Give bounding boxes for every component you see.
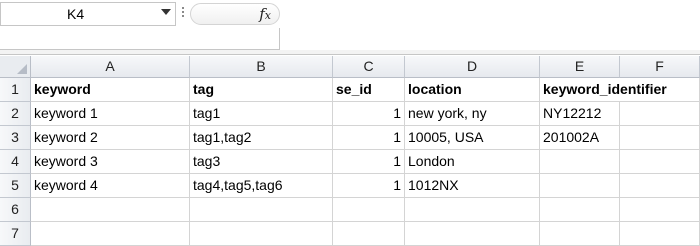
cell-d2[interactable]: new york, ny: [405, 102, 540, 126]
cell-e7[interactable]: [540, 222, 620, 246]
column-header-d[interactable]: D: [405, 56, 540, 78]
cell-f5[interactable]: [620, 174, 700, 198]
row-header-3[interactable]: 3: [0, 126, 31, 150]
cell-f7[interactable]: [620, 222, 700, 246]
column-header-b[interactable]: B: [190, 56, 333, 78]
cell-e6[interactable]: [540, 198, 620, 222]
cell-a6[interactable]: [31, 198, 190, 222]
cell-f3[interactable]: [620, 126, 700, 150]
cell-b4[interactable]: tag3: [190, 150, 333, 174]
column-header-c[interactable]: C: [333, 56, 405, 78]
cell-a4[interactable]: keyword 3: [31, 150, 190, 174]
column-header-f[interactable]: F: [620, 56, 700, 78]
insert-function-button[interactable]: fx: [190, 3, 280, 25]
function-icon: fx: [259, 5, 271, 23]
cell-d3[interactable]: 10005, USA: [405, 126, 540, 150]
cell-f4[interactable]: [620, 150, 700, 174]
cell-d5[interactable]: 1012NX: [405, 174, 540, 198]
cell-c1[interactable]: se_id: [333, 78, 405, 102]
row-header-6[interactable]: 6: [0, 198, 31, 222]
cell-b1[interactable]: tag: [190, 78, 333, 102]
cell-d7[interactable]: [405, 222, 540, 246]
row-header-5[interactable]: 5: [0, 174, 31, 198]
cell-f6[interactable]: [620, 198, 700, 222]
cell-c2[interactable]: 1: [333, 102, 405, 126]
formula-bar: K4 fx: [0, 0, 700, 28]
cell-c4[interactable]: 1: [333, 150, 405, 174]
cell-b2[interactable]: tag1: [190, 102, 333, 126]
cell-d1[interactable]: location: [405, 78, 540, 102]
cell-f1[interactable]: [620, 78, 700, 102]
cell-e2[interactable]: NY12212: [540, 102, 620, 126]
cell-b5[interactable]: tag4,tag5,tag6: [190, 174, 333, 198]
cell-c7[interactable]: [333, 222, 405, 246]
name-box-value: K4: [67, 6, 85, 22]
cell-c3[interactable]: 1: [333, 126, 405, 150]
cell-d4[interactable]: London: [405, 150, 540, 174]
column-header-e[interactable]: E: [540, 56, 620, 78]
cell-c5[interactable]: 1: [333, 174, 405, 198]
divider: [0, 50, 700, 55]
column-header-a[interactable]: A: [31, 56, 190, 78]
name-box[interactable]: K4: [0, 2, 176, 26]
cell-a5[interactable]: keyword 4: [31, 174, 190, 198]
cell-d6[interactable]: [405, 198, 540, 222]
cell-a1[interactable]: keyword: [31, 78, 190, 102]
select-all-button[interactable]: [0, 56, 31, 78]
select-all-icon: [17, 64, 27, 74]
row-header-1[interactable]: 1: [0, 78, 31, 102]
row-header-7[interactable]: 7: [0, 222, 31, 246]
row-header-2[interactable]: 2: [0, 102, 31, 126]
row-header-4[interactable]: 4: [0, 150, 31, 174]
cell-b3[interactable]: tag1,tag2: [190, 126, 333, 150]
resize-grip-icon[interactable]: [181, 7, 185, 19]
cell-e4[interactable]: [540, 150, 620, 174]
cell-c6[interactable]: [333, 198, 405, 222]
cell-f2[interactable]: [620, 102, 700, 126]
cell-b6[interactable]: [190, 198, 333, 222]
cell-e3[interactable]: 201002A: [540, 126, 620, 150]
cell-b7[interactable]: [190, 222, 333, 246]
formula-input[interactable]: [280, 2, 700, 26]
cell-e1[interactable]: keyword_identifier: [540, 78, 667, 102]
name-box-expanded-area: [0, 28, 280, 50]
cell-a3[interactable]: keyword 2: [31, 126, 190, 150]
chevron-down-icon[interactable]: [161, 9, 171, 15]
cell-a7[interactable]: [31, 222, 190, 246]
cell-e5[interactable]: [540, 174, 620, 198]
cell-a2[interactable]: keyword 1: [31, 102, 190, 126]
